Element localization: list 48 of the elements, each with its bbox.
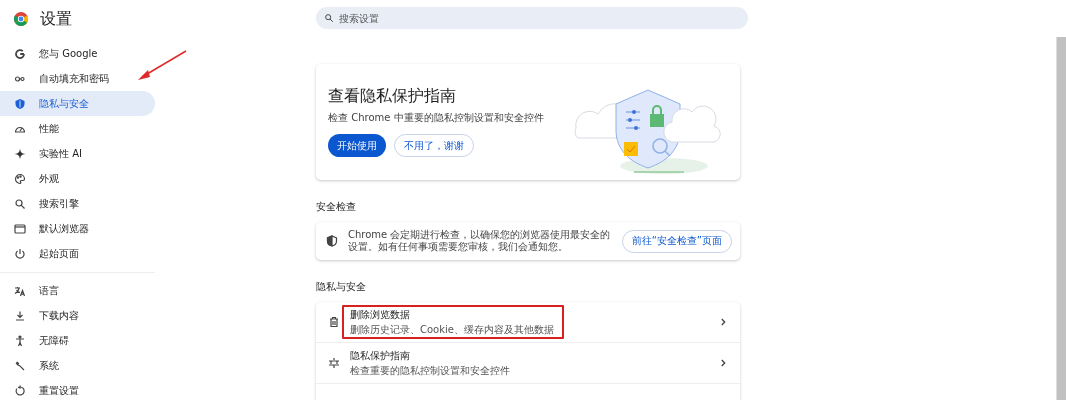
row-title: 隐私保护指南 — [350, 348, 411, 363]
annotation-arrow — [136, 50, 188, 82]
chevron-right-icon — [718, 358, 728, 368]
shield-icon — [326, 235, 338, 247]
accessibility-icon — [14, 334, 26, 347]
reset-icon — [14, 384, 26, 397]
settings-row[interactable]: 删除浏览数据 删除历史记录、Cookie、缓存内容及其他数据 — [316, 302, 740, 342]
sidebar-item[interactable]: 外观 — [0, 166, 155, 191]
sidebar-item[interactable]: 隐私与安全 — [0, 91, 155, 116]
row-title: 删除浏览数据 — [350, 307, 411, 322]
promo-title: 查看隐私保护指南 — [328, 86, 457, 107]
row-description: 删除历史记录、Cookie、缓存内容及其他数据 — [350, 322, 555, 337]
sidebar-item[interactable]: 您与 Google — [0, 41, 155, 66]
sidebar-item[interactable]: 语言 — [0, 278, 155, 303]
start-button[interactable]: 开始使用 — [328, 134, 386, 157]
sidebar-item[interactable]: 实验性 AI — [0, 141, 155, 166]
sidebar-item[interactable]: 无障碍 — [0, 328, 155, 353]
palette-icon — [14, 172, 26, 185]
sidebar-item[interactable]: 下载内容 — [0, 303, 155, 328]
page-title: 设置 — [40, 8, 72, 30]
chevron-right-icon — [718, 317, 728, 327]
browser-window-icon — [14, 222, 26, 235]
dismiss-button[interactable]: 不用了，谢谢 — [394, 134, 474, 157]
search-field[interactable]: 搜索设置 — [316, 7, 748, 29]
sidebar-item[interactable]: 搜索引擎 — [0, 191, 155, 216]
section-heading: 安全检查 — [316, 200, 357, 214]
scrollbar[interactable] — [1056, 37, 1066, 400]
sidebar-item[interactable]: 自动填充和密码 — [0, 66, 155, 91]
sidebar-item[interactable]: 起始页面 — [0, 241, 155, 266]
wrench-icon — [14, 359, 26, 372]
trash-icon — [328, 316, 340, 328]
safety-check-text: Chrome 会定期进行检查，以确保您的浏览器使用最安全的设置。如有任何事项需要您审核，我们会通知您。 — [348, 229, 612, 253]
safety-check-button[interactable]: 前往“安全检查”页面 — [621, 229, 732, 253]
download-icon — [14, 309, 26, 322]
sidebar-item[interactable]: 系统 — [0, 353, 155, 378]
promo-description: 检查 Chrome 中重要的隐私控制设置和安全控件 — [328, 111, 544, 125]
settings-row[interactable]: 隐私保护指南 检查重要的隐私控制设置和安全控件 — [316, 342, 740, 384]
translate-icon — [14, 284, 26, 297]
row-description: 检查重要的隐私控制设置和安全控件 — [350, 363, 511, 378]
browser-logo-icon — [14, 12, 28, 26]
sidebar-item[interactable]: 性能 — [0, 116, 155, 141]
power-icon — [14, 247, 26, 260]
sidebar-item[interactable]: 默认浏览器 — [0, 216, 155, 241]
search-icon — [14, 197, 26, 210]
g-icon — [14, 47, 26, 60]
shield-icon — [14, 97, 26, 110]
section-heading: 隐私与安全 — [316, 280, 367, 294]
sidebar-item[interactable]: 重置设置 — [0, 378, 155, 400]
